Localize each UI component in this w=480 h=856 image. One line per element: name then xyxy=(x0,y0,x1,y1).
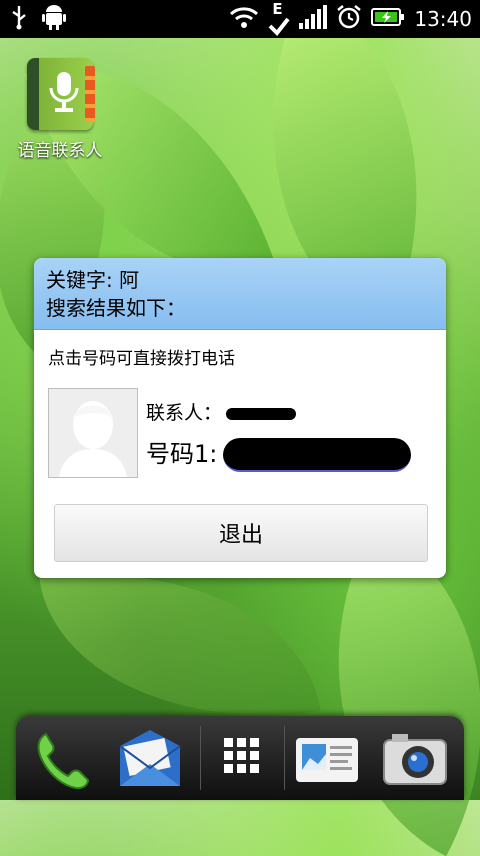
camera-icon[interactable] xyxy=(378,724,454,796)
messages-icon[interactable] xyxy=(112,724,188,796)
dialog-header: 关键字: 阿 搜索结果如下： xyxy=(34,258,446,330)
contact-name-row: 联系人： xyxy=(146,398,297,425)
usb-icon xyxy=(10,4,28,34)
contact-label: 联系人： xyxy=(146,402,223,424)
contact-number-row[interactable]: 号码1: xyxy=(146,434,412,472)
all-apps-icon[interactable] xyxy=(204,724,280,796)
redacted-phone-number-link[interactable] xyxy=(223,438,412,472)
number-label: 号码1: xyxy=(146,440,218,468)
battery-charging-icon xyxy=(371,7,405,31)
exit-button[interactable]: 退出 xyxy=(54,504,428,562)
redacted-name xyxy=(226,407,297,420)
shortcut-label: 语音联系人 xyxy=(17,141,103,161)
android-debug-icon xyxy=(42,4,66,34)
contact-avatar xyxy=(48,388,138,478)
people-card-icon[interactable] xyxy=(290,724,366,796)
edge-signal-icon: E xyxy=(268,0,290,36)
signal-bars-icon xyxy=(299,5,328,33)
phone-icon[interactable] xyxy=(24,724,100,796)
search-result-dialog: 关键字: 阿 搜索结果如下： 点击号码可直接拨打电话 联系人： 号码1: 退出 xyxy=(34,258,446,578)
clock-time: 13:40 xyxy=(414,7,472,31)
dock-divider xyxy=(200,726,201,790)
launcher-dock xyxy=(16,716,464,800)
voice-contacts-app-icon xyxy=(27,58,95,130)
wifi-icon xyxy=(229,5,259,33)
book-tabs-icon xyxy=(85,66,95,122)
alarm-icon xyxy=(336,4,362,34)
keyword-label: 关键字: 阿 xyxy=(46,268,140,292)
status-bar: E 13:40 xyxy=(0,0,480,38)
dock-divider xyxy=(284,726,285,790)
dial-hint: 点击号码可直接拨打电话 xyxy=(48,349,235,369)
results-label: 搜索结果如下： xyxy=(46,296,186,320)
voice-contacts-shortcut[interactable]: 语音联系人 xyxy=(10,58,110,161)
